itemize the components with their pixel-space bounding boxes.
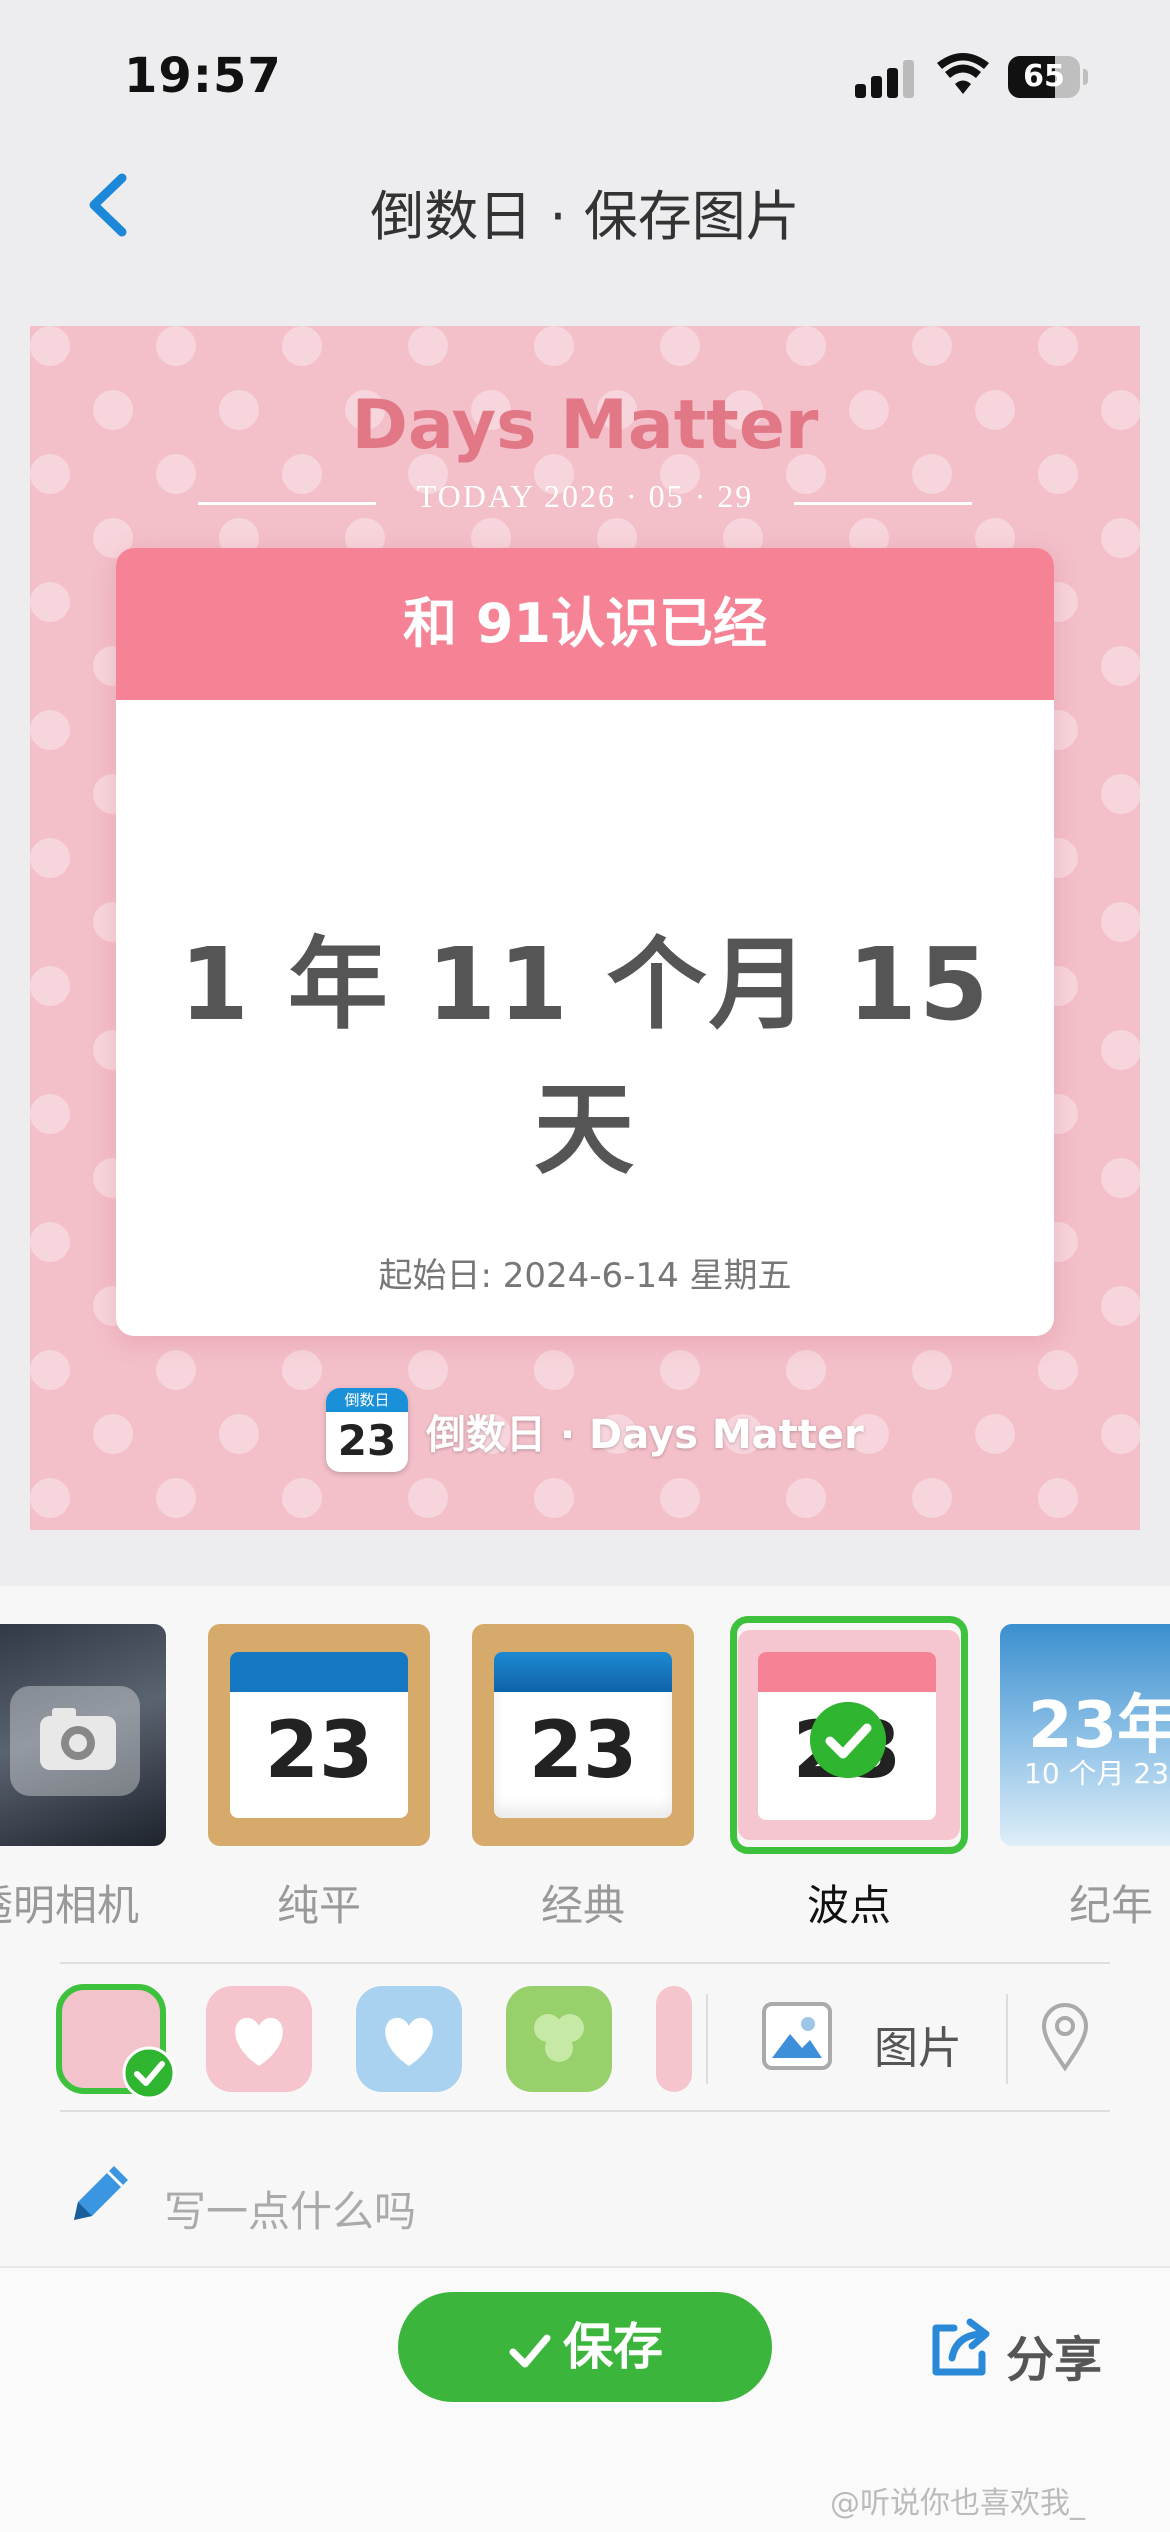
theme-label: 透明相机 — [0, 1881, 139, 1930]
share-icon — [932, 2318, 990, 2376]
share-label: 分享 — [1006, 2332, 1103, 2388]
page-title: 倒数日 · 保存图片 — [370, 185, 800, 248]
theme-tile-flat[interactable]: 23 — [208, 1624, 430, 1846]
preview-card: Days Matter TODAY 2026 · 05 · 29 和 91认识已… — [30, 326, 1140, 1530]
save-label: 保存 — [563, 2318, 663, 2376]
bg-swatch-pink-dots[interactable] — [56, 1984, 176, 2100]
calendar-number: 23 — [528, 1706, 638, 1796]
theme-tile-classic[interactable]: 23 — [472, 1624, 694, 1846]
wifi-icon — [937, 53, 989, 94]
bg-swatch-blue-heart[interactable] — [356, 1986, 462, 2092]
theme-tile-polka[interactable]: 23 — [738, 1630, 960, 1840]
bg-swatch-more[interactable] — [656, 1986, 692, 2092]
style-sheet: 透明相机 23 纯平 23 经典 23 波点 23年 10 个月 23 纪年 — [0, 1586, 1170, 2532]
theme-label-selected: 波点 — [806, 1881, 891, 1930]
divider — [706, 1994, 708, 2084]
card-brand: Days Matter — [351, 386, 819, 465]
divider — [1006, 1994, 1008, 2084]
clover-icon — [534, 2014, 584, 2062]
year-sub: 10 个月 23 — [1024, 1757, 1170, 1790]
save-button[interactable]: 保存 — [398, 2292, 772, 2402]
today-date: TODAY 2026 · 05 · 29 — [416, 478, 754, 514]
note-input[interactable]: 写一点什么吗 — [164, 2178, 416, 2239]
calendar-number: 23 — [264, 1706, 374, 1796]
location-pin-icon[interactable] — [1040, 2002, 1090, 2072]
elapsed-count: 1 年 11 个月 15 天 — [179, 926, 991, 1188]
theme-label: 经典 — [540, 1881, 625, 1930]
image-icon[interactable] — [760, 2000, 834, 2072]
theme-tile-year[interactable]: 23年 10 个月 23 — [1000, 1624, 1170, 1846]
divider — [60, 2110, 1110, 2112]
battery-percent: 65 — [1023, 59, 1065, 94]
battery-icon: 65 — [1008, 56, 1088, 98]
bg-swatch-pink-heart[interactable] — [206, 1986, 312, 2092]
checkmark-icon — [122, 2046, 176, 2100]
card-footer: 倒数日 23 倒数日 · Days Matter — [30, 1388, 1140, 1472]
heart-icon — [235, 2017, 283, 2066]
status-time: 19:57 — [124, 48, 282, 104]
calendar-icon-label: 倒数日 — [326, 1388, 408, 1412]
image-button-label[interactable]: 图片 — [874, 2012, 962, 2076]
checkmark-icon — [810, 1702, 886, 1778]
cellular-signal-icon — [855, 58, 915, 98]
event-panel: 和 91认识已经 1 年 11 个月 15 天 起始日: 2024-6-14 星… — [116, 548, 1054, 1336]
pencil-icon — [74, 2166, 128, 2220]
watermark: @听说你也喜欢我_ — [830, 2486, 1085, 2521]
heart-icon — [385, 2017, 433, 2066]
checkmark-icon — [509, 2334, 551, 2367]
theme-label: 纪年 — [1068, 1881, 1153, 1930]
start-date: 起始日: 2024-6-14 星期五 — [378, 1256, 792, 1296]
camera-icon — [10, 1686, 140, 1796]
event-title: 和 91认识已经 — [116, 548, 1054, 700]
theme-tile-camera[interactable] — [0, 1624, 166, 1846]
footer-brand-text: 倒数日 · Days Matter — [426, 1412, 864, 1458]
divider — [60, 1962, 1110, 1964]
calendar-icon-number: 23 — [337, 1416, 397, 1465]
bg-swatch-green-clover[interactable] — [506, 1986, 612, 2092]
theme-label: 纯平 — [276, 1881, 361, 1930]
app-calendar-icon: 倒数日 23 — [326, 1388, 408, 1472]
